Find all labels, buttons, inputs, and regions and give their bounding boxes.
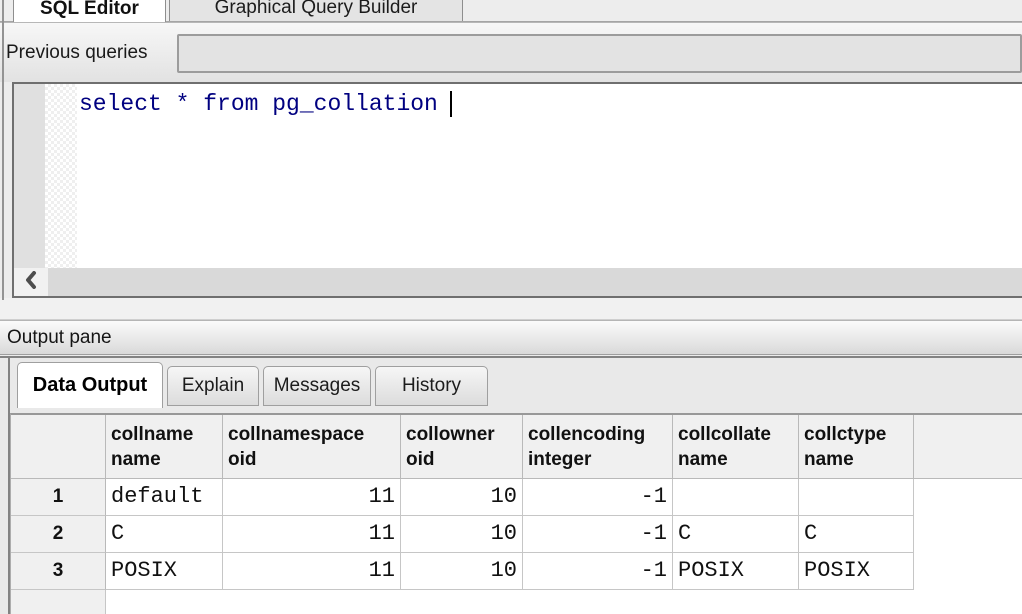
grid-cell[interactable]: C bbox=[106, 516, 223, 553]
grid-cell[interactable]: 11 bbox=[223, 479, 401, 516]
row-number[interactable]: 2 bbox=[11, 516, 106, 553]
tab-sql-editor[interactable]: SQL Editor bbox=[13, 0, 166, 22]
previous-queries-label: Previous queries bbox=[6, 23, 148, 82]
grid-cell[interactable] bbox=[673, 479, 799, 516]
grid-header-filler bbox=[914, 413, 1022, 479]
output-notebook: Data Output Explain Messages History col… bbox=[0, 356, 1022, 614]
grid-rownum-filler bbox=[10, 590, 106, 614]
grid-cell[interactable] bbox=[799, 479, 914, 516]
grid-cell[interactable]: default bbox=[106, 479, 223, 516]
editor-line-margin bbox=[14, 84, 45, 268]
pane-splitter[interactable] bbox=[0, 298, 1022, 320]
tab-graphical-query-builder-label: Graphical Query Builder bbox=[215, 0, 418, 19]
tab-messages-label: Messages bbox=[274, 375, 361, 397]
grid-cell[interactable]: 10 bbox=[401, 479, 523, 516]
tab-history[interactable]: History bbox=[375, 366, 488, 406]
tab-explain-label: Explain bbox=[182, 375, 244, 397]
query-tool-window: SQL Editor Graphical Query Builder Previ… bbox=[0, 0, 1022, 614]
grid-cell[interactable]: 11 bbox=[223, 553, 401, 590]
editor-fold-margin bbox=[45, 84, 77, 268]
column-header-collencoding[interactable]: collencodinginteger bbox=[523, 415, 673, 479]
grid-corner-cell[interactable] bbox=[11, 415, 106, 479]
output-pane-caption: Output pane bbox=[0, 320, 1022, 355]
scroll-left-button[interactable] bbox=[14, 268, 48, 296]
column-header-collctype[interactable]: collctypename bbox=[799, 415, 914, 479]
tab-data-output[interactable]: Data Output bbox=[17, 362, 163, 408]
grid-cell[interactable]: POSIX bbox=[106, 553, 223, 590]
grid-cell[interactable]: C bbox=[799, 516, 914, 553]
grid-cell[interactable]: C bbox=[673, 516, 799, 553]
grid-cell[interactable]: -1 bbox=[523, 516, 673, 553]
tab-data-output-label: Data Output bbox=[33, 374, 147, 397]
row-number[interactable]: 3 bbox=[11, 553, 106, 590]
tab-graphical-query-builder[interactable]: Graphical Query Builder bbox=[169, 0, 463, 22]
grid-cell[interactable]: 10 bbox=[401, 553, 523, 590]
tab-sql-editor-label: SQL Editor bbox=[40, 0, 139, 20]
sql-editor-pane: select * from pg_collation bbox=[12, 82, 1022, 298]
column-header-collowner[interactable]: collowneroid bbox=[401, 415, 523, 479]
tab-history-label: History bbox=[402, 375, 461, 397]
sql-text-area[interactable]: select * from pg_collation bbox=[77, 84, 1022, 268]
sql-query-text: select * from pg_collation bbox=[79, 91, 438, 117]
output-pane-label: Output pane bbox=[7, 321, 112, 354]
window-frame-edge bbox=[2, 0, 4, 300]
editor-notebook-tabbar: SQL Editor Graphical Query Builder bbox=[0, 0, 1022, 22]
grid-cell[interactable]: POSIX bbox=[673, 553, 799, 590]
row-number[interactable]: 1 bbox=[11, 479, 106, 516]
tab-messages[interactable]: Messages bbox=[263, 366, 371, 406]
grid-cell[interactable]: 11 bbox=[223, 516, 401, 553]
data-output-page: collnamenamecollnamespaceoidcollowneroid… bbox=[10, 413, 1022, 614]
grid-cell[interactable]: -1 bbox=[523, 479, 673, 516]
tab-explain[interactable]: Explain bbox=[167, 366, 259, 406]
column-header-collname[interactable]: collnamename bbox=[106, 415, 223, 479]
grid-cell[interactable]: 10 bbox=[401, 516, 523, 553]
grid-cell[interactable]: -1 bbox=[523, 553, 673, 590]
text-caret bbox=[450, 91, 452, 117]
grid-cell[interactable]: POSIX bbox=[799, 553, 914, 590]
editor-horizontal-scrollbar[interactable] bbox=[14, 268, 1022, 296]
previous-queries-combobox[interactable] bbox=[177, 34, 1022, 73]
column-header-collnamespace[interactable]: collnamespaceoid bbox=[223, 415, 401, 479]
chevron-left-icon bbox=[24, 271, 38, 294]
results-grid: collnamenamecollnamespaceoidcollowneroid… bbox=[10, 413, 914, 590]
previous-queries-row: Previous queries bbox=[0, 22, 1022, 82]
column-header-collcollate[interactable]: collcollatename bbox=[673, 415, 799, 479]
